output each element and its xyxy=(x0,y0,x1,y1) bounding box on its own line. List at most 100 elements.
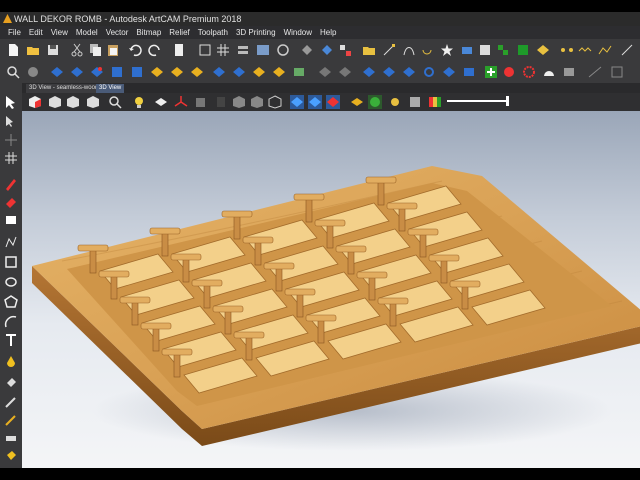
relief-gold2-icon[interactable] xyxy=(170,65,184,79)
gold-relief-icon[interactable] xyxy=(350,95,364,109)
relief-blue6-icon[interactable] xyxy=(402,65,416,79)
relief-grey3-icon[interactable] xyxy=(338,65,352,79)
toggle-relief2-icon[interactable] xyxy=(308,95,322,109)
menu-window[interactable]: Window xyxy=(276,26,312,39)
relief-blue3-icon[interactable] xyxy=(232,65,246,79)
star-icon[interactable] xyxy=(440,43,454,57)
redo-icon[interactable] xyxy=(148,43,162,57)
pattern-icon[interactable] xyxy=(408,95,422,109)
rectangle-tool-icon[interactable] xyxy=(4,255,18,269)
relief-gold4-icon[interactable] xyxy=(252,65,266,79)
pen-tool-icon[interactable] xyxy=(4,177,18,191)
open-folder-icon[interactable] xyxy=(26,43,40,57)
shade-icon[interactable] xyxy=(232,95,246,109)
wave-vector-icon[interactable] xyxy=(578,43,592,57)
folder-vector-icon[interactable] xyxy=(362,43,376,57)
polygon-tool-icon[interactable] xyxy=(4,295,18,309)
cube-view-2-icon[interactable] xyxy=(66,95,80,109)
toggle-relief-icon[interactable] xyxy=(290,95,304,109)
eraser-tool-icon[interactable] xyxy=(4,195,18,209)
polyline-icon[interactable] xyxy=(598,43,612,57)
iso-view-icon[interactable] xyxy=(28,95,42,109)
gear-relief-icon[interactable] xyxy=(522,65,536,79)
relief-gold-icon[interactable] xyxy=(150,65,164,79)
select-arrow-icon[interactable] xyxy=(4,95,18,109)
material-icon[interactable] xyxy=(214,95,228,109)
vector-select-icon[interactable] xyxy=(338,43,352,57)
menu-model[interactable]: Model xyxy=(68,26,98,39)
3d-viewport[interactable] xyxy=(22,111,640,468)
tab-3d-view-seamless[interactable]: 3D View - seamless-wood1 xyxy=(26,84,105,93)
zoom-icon[interactable] xyxy=(6,65,20,79)
relief-grey2-icon[interactable] xyxy=(318,65,332,79)
relief-gold3-icon[interactable] xyxy=(190,65,204,79)
relief-stamp-icon[interactable] xyxy=(562,65,576,79)
menu-3d-printing[interactable]: 3D Printing xyxy=(228,26,276,39)
relief-colored-icon[interactable] xyxy=(502,65,516,79)
menu-help[interactable]: Help xyxy=(312,26,336,39)
layers-icon[interactable] xyxy=(236,43,250,57)
document-icon[interactable] xyxy=(172,43,186,57)
node-edit-icon[interactable] xyxy=(382,43,396,57)
relief-stack2-icon[interactable] xyxy=(462,65,476,79)
model-size-icon[interactable] xyxy=(198,43,212,57)
menu-bitmap[interactable]: Bitmap xyxy=(128,26,161,39)
menu-file[interactable]: File xyxy=(0,26,21,39)
spiral-icon[interactable] xyxy=(420,43,434,57)
tab-3d-view[interactable]: 3D View xyxy=(96,84,125,93)
bezier-icon[interactable] xyxy=(402,43,416,57)
new-file-icon[interactable] xyxy=(6,43,20,57)
wireframe-icon[interactable] xyxy=(268,95,282,109)
paste-icon[interactable] xyxy=(106,43,120,57)
distribute-nodes-icon[interactable] xyxy=(560,43,574,57)
relief-gold5-icon[interactable] xyxy=(272,65,286,79)
relief-blue-icon[interactable] xyxy=(320,43,334,57)
fill-tool-icon[interactable] xyxy=(4,375,18,389)
brush-tool-icon[interactable] xyxy=(4,395,18,409)
transform-icon[interactable] xyxy=(610,65,624,79)
bitmap-icon[interactable] xyxy=(256,43,270,57)
color-palette-icon[interactable] xyxy=(428,95,442,109)
grid-icon[interactable] xyxy=(216,43,230,57)
undo-icon[interactable] xyxy=(128,43,142,57)
line-tool-icon[interactable] xyxy=(620,43,634,57)
relief-tile-icon[interactable] xyxy=(110,65,124,79)
menu-edit[interactable]: Edit xyxy=(21,26,43,39)
settings-circle-icon[interactable] xyxy=(276,43,290,57)
relief-blue7-icon[interactable] xyxy=(442,65,456,79)
cut-icon[interactable] xyxy=(70,43,84,57)
copy-icon[interactable] xyxy=(88,43,102,57)
toggle-relief3-icon[interactable] xyxy=(326,95,340,109)
bucket-tool-icon[interactable] xyxy=(4,449,18,463)
erase-tool-icon[interactable] xyxy=(4,431,18,445)
warning-relief-icon[interactable] xyxy=(536,43,550,57)
dome-icon[interactable] xyxy=(542,65,556,79)
relief-merge-icon[interactable] xyxy=(90,65,104,79)
drop-tool-icon[interactable] xyxy=(4,355,18,369)
ellipse-tool-icon[interactable] xyxy=(4,275,18,289)
flat-relief-icon[interactable] xyxy=(154,95,168,109)
relief-subtract-icon[interactable] xyxy=(70,65,84,79)
gear-view-icon[interactable] xyxy=(388,95,402,109)
relief-blue5-icon[interactable] xyxy=(382,65,396,79)
node-select-icon[interactable] xyxy=(4,115,18,129)
polyline-tool-icon[interactable] xyxy=(4,235,18,249)
shade2-icon[interactable] xyxy=(250,95,264,109)
relief-object-icon[interactable] xyxy=(460,43,474,57)
axis-icon[interactable] xyxy=(174,95,188,109)
menu-view[interactable]: View xyxy=(43,26,68,39)
shape-tool-icon[interactable] xyxy=(4,213,18,227)
slider-handle[interactable] xyxy=(506,96,509,106)
relief-stack-icon[interactable] xyxy=(292,65,306,79)
mesh-icon[interactable] xyxy=(496,43,510,57)
text-tool-icon[interactable] xyxy=(4,333,18,347)
relief-blue2-icon[interactable] xyxy=(212,65,226,79)
grid-tool-icon[interactable] xyxy=(4,151,18,165)
mesh-view-icon[interactable] xyxy=(26,65,40,79)
relief-add-icon[interactable] xyxy=(50,65,64,79)
transparency-slider[interactable] xyxy=(447,100,507,102)
relief-grey-icon[interactable] xyxy=(300,43,314,57)
menu-vector[interactable]: Vector xyxy=(98,26,129,39)
puzzle-icon[interactable] xyxy=(194,95,208,109)
relief-blue4-icon[interactable] xyxy=(362,65,376,79)
